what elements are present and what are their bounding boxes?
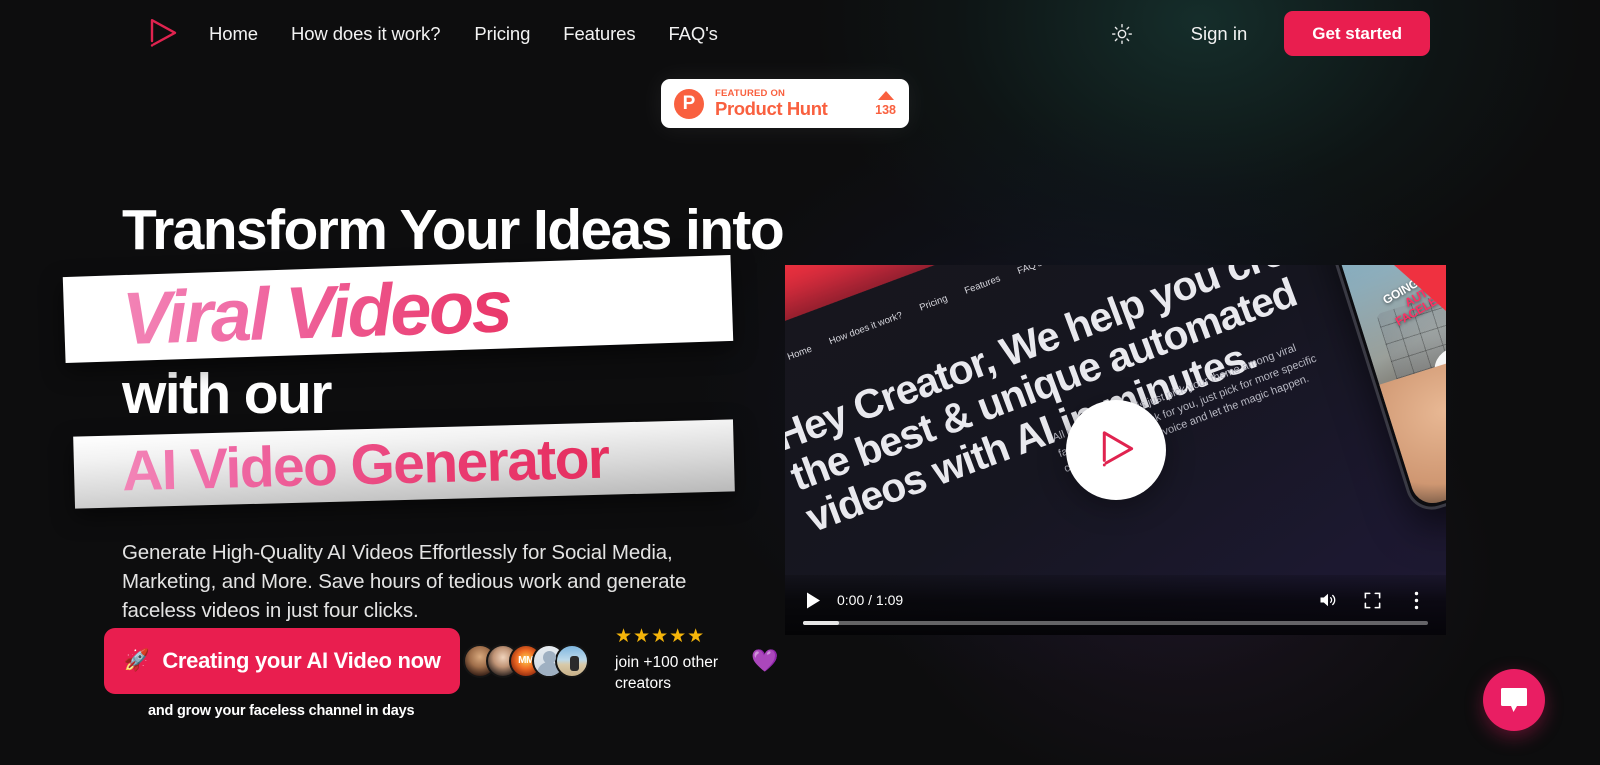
headline-line-3: with our bbox=[122, 361, 332, 426]
video-corner-accent bbox=[1394, 265, 1446, 311]
rocket-icon: 🚀 bbox=[123, 649, 150, 673]
avatar-5 bbox=[555, 643, 589, 678]
create-ai-video-button[interactable]: 🚀 Creating your AI Video now bbox=[104, 627, 460, 694]
headline-banner-white-shape: Viral Videos bbox=[62, 254, 734, 363]
tilted-nav-pricing: Pricing bbox=[918, 293, 950, 314]
social-proof: ★★★★★ join +100 other creators bbox=[615, 627, 735, 695]
nav-link-pricing[interactable]: Pricing bbox=[474, 23, 530, 45]
creator-avatars: MM bbox=[463, 643, 589, 678]
nav-links: Home How does it work? Pricing Features … bbox=[209, 0, 718, 67]
tilted-nav-how: How does it work? bbox=[827, 309, 905, 348]
tilted-nav-home: Home bbox=[786, 343, 814, 363]
nav-link-home[interactable]: Home bbox=[209, 23, 258, 45]
product-hunt-badge[interactable]: P FEATURED ON Product Hunt 138 bbox=[661, 79, 909, 128]
headline-banner-viral-videos: Viral Videos bbox=[62, 254, 762, 366]
play-triangle-logo-icon bbox=[150, 19, 177, 47]
nav-right-group: Sign in Get started bbox=[1105, 0, 1430, 67]
play-circle-icon bbox=[1102, 431, 1133, 467]
chat-bubble-icon bbox=[1501, 688, 1527, 712]
video-control-bar: 0:00 / 1:09 bbox=[785, 575, 1446, 635]
cta-row: 🚀 Creating your AI Video now MM ★★★★★ jo… bbox=[104, 627, 778, 695]
video-play-overlay-button[interactable] bbox=[1065, 400, 1166, 500]
landing-page: Home How does it work? Pricing Features … bbox=[0, 0, 1600, 765]
video-progress-bar[interactable] bbox=[803, 621, 1428, 625]
social-proof-text: join +100 other creators bbox=[615, 654, 718, 692]
volume-icon bbox=[1320, 593, 1336, 607]
chat-widget-button[interactable] bbox=[1483, 669, 1545, 731]
navbar: Home How does it work? Pricing Features … bbox=[0, 0, 1600, 67]
create-ai-video-button-label: Creating your AI Video now bbox=[162, 647, 441, 673]
kebab-menu-icon bbox=[1414, 591, 1418, 609]
headline-banner-silver-shape: AI Video Generator bbox=[73, 419, 735, 509]
video-more-options-button[interactable] bbox=[1400, 586, 1432, 614]
product-hunt-logo-icon: P bbox=[674, 88, 704, 119]
headline-line-1: Transform Your Ideas into bbox=[122, 198, 785, 262]
hero-video-player[interactable]: Home How does it work? Pricing Features … bbox=[785, 265, 1446, 635]
site-logo[interactable] bbox=[141, 12, 185, 56]
tilted-headline: Hey Creator, We help you create the best… bbox=[785, 265, 1343, 541]
upvote-caret-icon bbox=[877, 90, 894, 100]
product-hunt-text: FEATURED ON Product Hunt bbox=[715, 87, 869, 119]
product-hunt-name: Product Hunt bbox=[715, 98, 828, 119]
product-hunt-featured-label: FEATURED ON bbox=[715, 87, 786, 99]
product-hunt-upvote[interactable]: 138 bbox=[875, 90, 896, 117]
video-progress-fill bbox=[803, 621, 839, 625]
product-hunt-upvote-count: 138 bbox=[875, 102, 896, 117]
play-icon bbox=[806, 592, 820, 608]
sign-in-link[interactable]: Sign in bbox=[1191, 23, 1248, 45]
sun-icon bbox=[1111, 23, 1132, 44]
video-control-row: 0:00 / 1:09 bbox=[785, 583, 1446, 617]
tilted-nav-faqs: FAQ's bbox=[1015, 265, 1044, 277]
hero-description: Generate High-Quality AI Videos Effortle… bbox=[122, 540, 687, 623]
headline-line-4: AI Video Generator bbox=[73, 419, 735, 508]
nav-link-faqs[interactable]: FAQ's bbox=[668, 23, 717, 45]
purple-heart-icon: 💜 bbox=[751, 647, 779, 673]
grow-channel-tagline: and grow your faceless channel in days bbox=[148, 703, 415, 719]
hero-text-block: Transform Your Ideas into Viral Videos w… bbox=[62, 198, 785, 625]
video-time-display: 0:00 / 1:09 bbox=[837, 592, 904, 608]
video-volume-button[interactable] bbox=[1312, 586, 1344, 614]
video-fullscreen-button[interactable] bbox=[1356, 586, 1388, 614]
video-play-button[interactable] bbox=[799, 586, 827, 614]
nav-link-features[interactable]: Features bbox=[563, 23, 635, 45]
nav-link-how-it-works[interactable]: How does it work? bbox=[291, 23, 441, 45]
theme-toggle-button[interactable] bbox=[1105, 17, 1139, 51]
tilted-nav-features: Features bbox=[963, 273, 1003, 297]
headline-banner-ai-video-generator: AI Video Generator bbox=[73, 419, 762, 510]
star-rating-icon: ★★★★★ bbox=[615, 626, 706, 647]
headline-line-2: Viral Videos bbox=[63, 254, 733, 362]
fullscreen-icon bbox=[1364, 592, 1380, 608]
get-started-button[interactable]: Get started bbox=[1284, 11, 1430, 56]
